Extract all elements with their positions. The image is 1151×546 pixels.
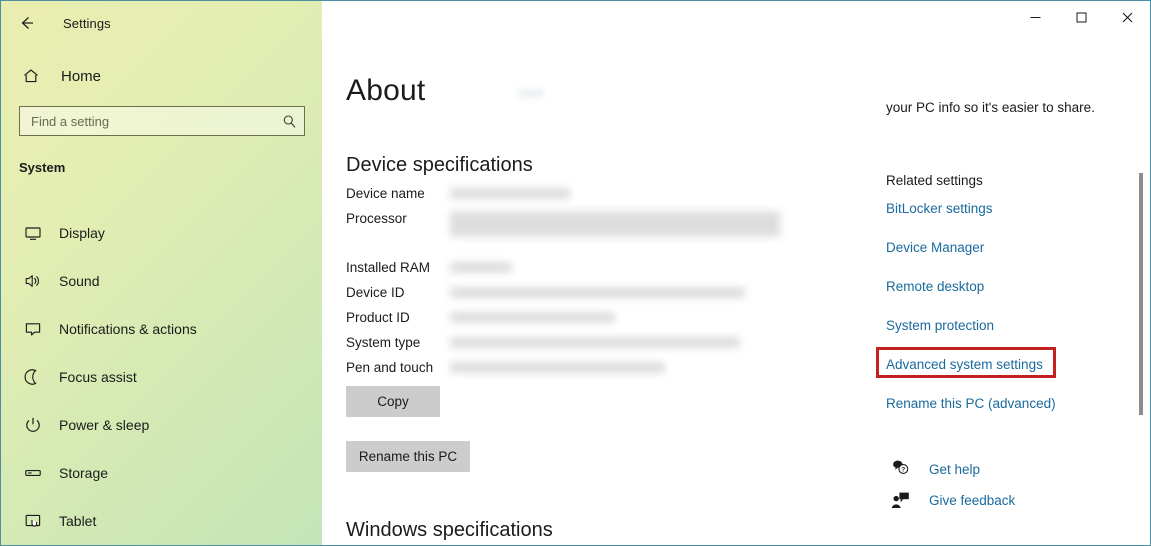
sidebar-item-label: Display: [59, 225, 105, 241]
spec-label: Installed RAM: [346, 260, 431, 275]
moon-icon: [9, 367, 57, 387]
spec-value-redacted: [450, 362, 665, 373]
give-feedback-link[interactable]: Give feedback: [886, 491, 1015, 510]
sidebar-item-storage[interactable]: Storage: [1, 449, 322, 497]
sidebar-item-home[interactable]: Home: [1, 59, 322, 93]
tablet-icon: [9, 511, 57, 531]
spec-value-redacted: [450, 312, 615, 323]
search-box[interactable]: [19, 106, 305, 136]
minimize-button[interactable]: [1012, 1, 1058, 33]
spec-value-redacted: [450, 211, 780, 237]
maximize-button[interactable]: [1058, 1, 1104, 33]
related-settings-heading: Related settings: [886, 173, 983, 188]
home-icon: [9, 66, 53, 86]
spec-row: Processor: [346, 208, 816, 257]
link-bitlocker-settings[interactable]: BitLocker settings: [886, 201, 993, 216]
spec-label: Device ID: [346, 285, 405, 300]
sidebar-item-notifications[interactable]: Notifications & actions: [1, 305, 322, 353]
spec-label: Device name: [346, 186, 425, 201]
close-button[interactable]: [1104, 1, 1150, 33]
spec-label: System type: [346, 335, 421, 350]
close-icon: [1122, 12, 1132, 22]
link-remote-desktop[interactable]: Remote desktop: [886, 279, 984, 294]
settings-window: Settings Home System: [0, 0, 1151, 546]
link-system-protection[interactable]: System protection: [886, 318, 994, 333]
minimize-icon: [1030, 16, 1040, 18]
drive-icon: [9, 463, 57, 483]
spec-value-redacted: [450, 262, 512, 273]
link-advanced-system-settings[interactable]: Advanced system settings: [876, 347, 1056, 378]
redacted-artifact: [518, 89, 544, 98]
copy-button[interactable]: Copy: [346, 386, 440, 417]
sidebar: Settings Home System: [1, 1, 322, 545]
chat-bubble-icon: [9, 319, 57, 339]
get-help-link[interactable]: ? Get help: [886, 460, 980, 479]
scrollbar-thumb[interactable]: [1139, 173, 1143, 415]
sidebar-item-tablet[interactable]: Tablet: [1, 497, 322, 545]
device-specifications-table: Device name Processor Installed RAM Devi…: [346, 183, 816, 382]
power-icon: [9, 415, 57, 435]
main-content: About Device specifications Device name …: [322, 1, 1150, 545]
right-column-intro: your PC info so it's easier to share.: [886, 100, 1095, 115]
search-input[interactable]: [20, 112, 274, 130]
sidebar-item-power-sleep[interactable]: Power & sleep: [1, 401, 322, 449]
sidebar-item-display[interactable]: Display: [1, 209, 322, 257]
spec-value-redacted: [450, 188, 570, 199]
sidebar-item-label: Sound: [59, 273, 100, 289]
sidebar-item-label: Tablet: [59, 513, 97, 529]
sidebar-home-label: Home: [61, 67, 102, 85]
speaker-icon: [9, 271, 57, 291]
window-controls: [1012, 1, 1150, 33]
spec-value-redacted: [450, 287, 745, 298]
sidebar-item-label: Notifications & actions: [59, 321, 197, 337]
sidebar-nav-list: Display Sound Notifications & actions Fo…: [1, 209, 322, 545]
link-rename-this-pc-advanced[interactable]: Rename this PC (advanced): [886, 396, 1056, 411]
page-title: About: [346, 74, 426, 108]
back-arrow-icon: [21, 17, 33, 29]
scrollbar-track[interactable]: [1134, 33, 1148, 543]
help-bubble-icon: ?: [886, 460, 914, 479]
spec-row: Device name: [346, 183, 816, 208]
monitor-icon: [9, 223, 57, 243]
spec-row: System type: [346, 332, 816, 357]
feedback-person-icon: [886, 491, 914, 510]
spec-label: Product ID: [346, 310, 410, 325]
highlight-annotation-box: [876, 347, 1056, 378]
get-help-label: Get help: [929, 462, 981, 477]
sidebar-item-label: Storage: [59, 465, 109, 481]
sidebar-item-label: Focus assist: [59, 369, 137, 385]
spec-label: Pen and touch: [346, 360, 434, 375]
sidebar-item-label: Power & sleep: [59, 417, 150, 433]
spec-row: Device ID: [346, 282, 816, 307]
sidebar-item-sound[interactable]: Sound: [1, 257, 322, 305]
spec-row: Installed RAM: [346, 257, 816, 282]
svg-text:?: ?: [901, 467, 905, 474]
rename-this-pc-button[interactable]: Rename this PC: [346, 441, 470, 472]
spec-row: Pen and touch: [346, 357, 816, 382]
app-title: Settings: [63, 15, 111, 31]
give-feedback-label: Give feedback: [929, 493, 1016, 508]
spec-label: Processor: [346, 211, 407, 226]
sidebar-section-label: System: [19, 160, 66, 175]
search-icon[interactable]: [274, 113, 304, 130]
sidebar-item-focus-assist[interactable]: Focus assist: [1, 353, 322, 401]
spec-value-redacted: [450, 337, 740, 348]
window-titlebar-left: Settings: [1, 1, 322, 45]
windows-specifications-heading: Windows specifications: [346, 518, 553, 541]
spec-row: Product ID: [346, 307, 816, 332]
device-specifications-heading: Device specifications: [346, 153, 533, 176]
maximize-icon: [1076, 12, 1086, 22]
back-button[interactable]: [5, 6, 49, 40]
link-device-manager[interactable]: Device Manager: [886, 240, 984, 255]
